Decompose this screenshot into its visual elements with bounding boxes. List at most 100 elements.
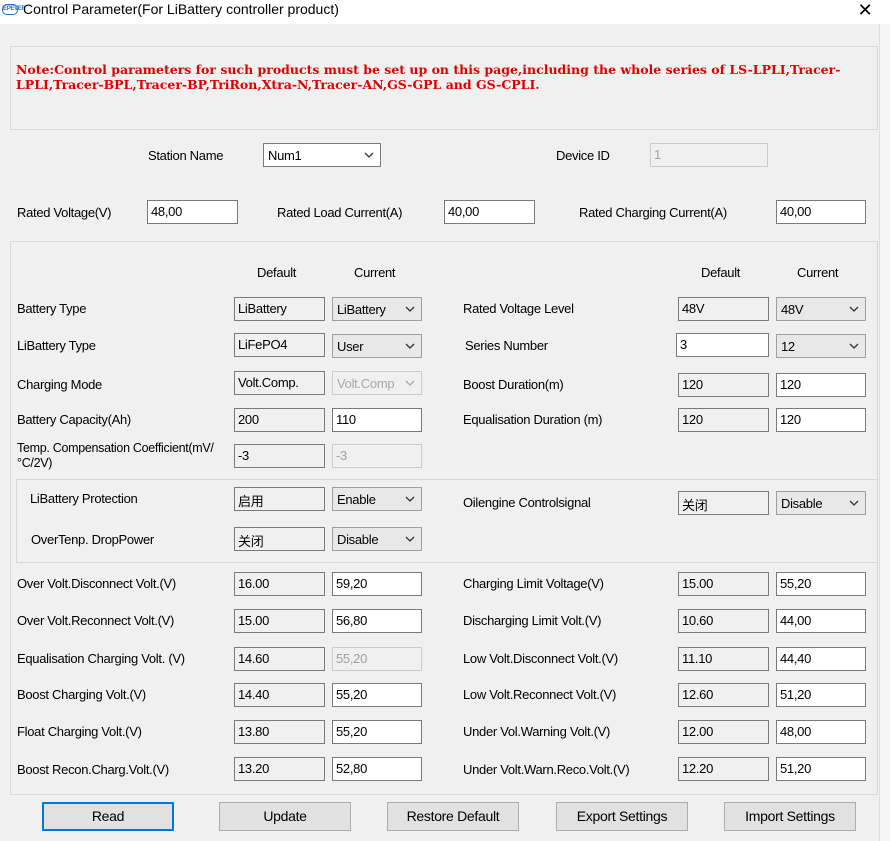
float-charging-volt-label: Float Charging Volt.(V) <box>17 724 142 739</box>
battery-capacity-default: 200 <box>234 408 325 432</box>
low-volt-disconnect-label: Low Volt.Disconnect Volt.(V) <box>463 651 618 666</box>
series-number-select[interactable]: 12 <box>776 334 866 358</box>
charging-limit-voltage-field[interactable]: 55,20 <box>776 572 866 596</box>
rated-voltage-level-current: 48V <box>781 302 804 317</box>
charging-mode-current: Volt.Comp <box>337 376 395 391</box>
under-volt-warning-label: Under Vol.Warning Volt.(V) <box>463 724 611 739</box>
under-volt-warning-default: 12.00 <box>678 720 769 744</box>
boost-duration-default: 120 <box>678 373 769 397</box>
scrollbar-edge <box>879 24 890 841</box>
series-number-default: 3 <box>676 333 769 357</box>
libattery-type-current: User <box>337 339 364 354</box>
libattery-protection-default: 启用 <box>234 487 325 511</box>
low-volt-disconnect-default: 11.10 <box>678 647 769 671</box>
low-volt-disconnect-field[interactable]: 44,40 <box>776 647 866 671</box>
chevron-down-icon <box>364 152 374 158</box>
float-charging-volt-default: 13.80 <box>234 720 325 744</box>
battery-type-label: Battery Type <box>17 301 87 316</box>
over-volt-disconnect-label: Over Volt.Disconnect Volt.(V) <box>17 576 176 591</box>
close-button[interactable]: ✕ <box>852 0 878 22</box>
rated-load-current-field[interactable]: 40,00 <box>444 200 535 224</box>
right-current-header: Current <box>797 265 839 280</box>
boost-charging-volt-default: 14.40 <box>234 683 325 707</box>
boost-duration-label: Boost Duration(m) <box>463 377 564 392</box>
battery-type-select[interactable]: LiBattery <box>332 297 422 321</box>
export-settings-button[interactable]: Export Settings <box>556 802 688 831</box>
oilengine-controlsignal-label: Oilengine Controlsignal <box>463 495 591 510</box>
series-number-label: Series Number <box>465 338 548 353</box>
boost-charging-volt-field[interactable]: 55,20 <box>332 683 422 707</box>
chevron-down-icon <box>405 536 415 542</box>
libattery-protection-current: Enable <box>337 492 376 507</box>
equalisation-duration-default: 120 <box>678 408 769 432</box>
low-volt-reconnect-label: Low Volt.Reconnect Volt.(V) <box>463 687 617 702</box>
libattery-protection-label: LiBattery Protection <box>30 491 138 506</box>
device-id-label: Device ID <box>556 148 610 163</box>
equalisation-duration-field[interactable]: 120 <box>776 408 866 432</box>
chevron-down-icon <box>849 343 859 349</box>
over-volt-reconnect-label: Over Volt.Reconnect Volt.(V) <box>17 613 175 628</box>
libattery-type-select[interactable]: User <box>332 334 422 358</box>
boost-charging-volt-label: Boost Charging Volt.(V) <box>17 687 146 702</box>
charging-limit-voltage-default: 15.00 <box>678 572 769 596</box>
libattery-protection-select[interactable]: Enable <box>332 487 422 511</box>
under-volt-warn-reco-default: 12.20 <box>678 757 769 781</box>
boost-recon-charg-volt-label: Boost Recon.Charg.Volt.(V) <box>17 762 169 777</box>
oilengine-controlsignal-current: Disable <box>781 496 823 511</box>
station-name-select[interactable]: Num1 <box>263 143 381 167</box>
temp-compensation-label: Temp. Compensation Coefficient(mV/°C/2V) <box>17 441 214 470</box>
chevron-down-icon <box>849 306 859 312</box>
over-volt-disconnect-field[interactable]: 59,20 <box>332 572 422 596</box>
equalisation-charging-volt-field[interactable]: 55,20 <box>332 647 422 671</box>
rated-voltage-level-select[interactable]: 48V <box>776 297 866 321</box>
import-settings-button[interactable]: Import Settings <box>724 802 856 831</box>
note-text: Note:Control parameters for such product… <box>16 62 841 92</box>
libattery-type-label: LiBattery Type <box>17 338 96 353</box>
chevron-down-icon <box>405 496 415 502</box>
boost-recon-charg-volt-default: 13.20 <box>234 757 325 781</box>
oilengine-controlsignal-select[interactable]: Disable <box>776 491 866 515</box>
over-volt-reconnect-field[interactable]: 56,80 <box>332 609 422 633</box>
equalisation-charging-volt-label: Equalisation Charging Volt. (V) <box>17 651 185 666</box>
battery-capacity-field[interactable]: 110 <box>332 408 422 432</box>
equalisation-duration-label: Equalisation Duration (m) <box>463 412 603 427</box>
discharging-limit-volt-label: Discharging Limit Volt.(V) <box>463 613 602 628</box>
under-volt-warning-field[interactable]: 48,00 <box>776 720 866 744</box>
chevron-down-icon <box>405 380 415 386</box>
under-volt-warn-reco-field[interactable]: 51,20 <box>776 757 866 781</box>
rated-voltage-field[interactable]: 48,00 <box>147 200 238 224</box>
window-title: Control Parameter(For LiBattery controll… <box>23 1 339 17</box>
device-id-field[interactable]: 1 <box>650 143 768 167</box>
battery-capacity-label: Battery Capacity(Ah) <box>17 412 131 427</box>
temp-compensation-field[interactable]: -3 <box>332 444 422 468</box>
boost-duration-field[interactable]: 120 <box>776 373 866 397</box>
low-volt-reconnect-field[interactable]: 51,20 <box>776 683 866 707</box>
left-default-header: Default <box>257 265 297 280</box>
discharging-limit-volt-field[interactable]: 44,00 <box>776 609 866 633</box>
station-name-value: Num1 <box>268 148 302 163</box>
restore-default-button[interactable]: Restore Default <box>387 802 519 831</box>
read-button[interactable]: Read <box>42 802 174 831</box>
rated-load-current-label: Rated Load Current(A) <box>277 205 403 220</box>
series-number-current: 12 <box>781 339 795 354</box>
rated-charging-current-field[interactable]: 40,00 <box>776 200 866 224</box>
oilengine-controlsignal-default: 关闭 <box>678 491 769 515</box>
overtemp-droppower-default: 关闭 <box>234 527 325 551</box>
libattery-type-default: LiFePO4 <box>234 333 325 357</box>
low-volt-reconnect-default: 12.60 <box>678 683 769 707</box>
charging-mode-select[interactable]: Volt.Comp <box>332 371 422 395</box>
update-button[interactable]: Update <box>219 802 351 831</box>
equalisation-charging-volt-default: 14.60 <box>234 647 325 671</box>
float-charging-volt-field[interactable]: 55,20 <box>332 720 422 744</box>
left-current-header: Current <box>354 265 396 280</box>
over-volt-reconnect-default: 15.00 <box>234 609 325 633</box>
station-name-label: Station Name <box>148 148 224 163</box>
battery-type-default: LiBattery <box>234 297 325 321</box>
under-volt-warn-reco-label: Under Volt.Warn.Reco.Volt.(V) <box>463 762 630 777</box>
boost-recon-charg-volt-field[interactable]: 52,80 <box>332 757 422 781</box>
right-default-header: Default <box>701 265 741 280</box>
overtemp-droppower-select[interactable]: Disable <box>332 527 422 551</box>
charging-mode-label: Charging Mode <box>17 377 102 392</box>
rated-voltage-level-label: Rated Voltage Level <box>463 301 574 316</box>
chevron-down-icon <box>405 306 415 312</box>
